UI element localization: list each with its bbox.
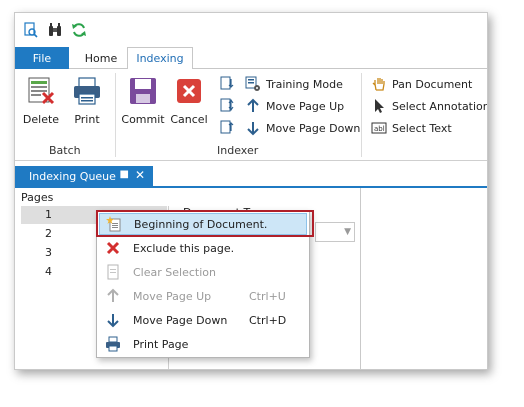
select-text-button[interactable]: abl Select Text xyxy=(371,118,452,138)
training-mode-label: Training Mode xyxy=(266,77,343,91)
arrow-up-icon xyxy=(107,288,119,302)
move-page-down-label: Move Page Down xyxy=(266,121,361,135)
batch-group-label: Batch xyxy=(49,144,81,157)
menu-item-exclude-page[interactable]: Exclude this page. xyxy=(99,237,307,259)
save-disk-icon xyxy=(130,78,156,104)
menu-item-shortcut: Ctrl+D xyxy=(249,313,287,327)
delete-label: Delete xyxy=(22,113,60,126)
pan-document-label: Pan Document xyxy=(392,77,473,91)
arrow-down-icon xyxy=(107,314,119,328)
pages-label: Pages xyxy=(21,191,54,204)
refresh-icon[interactable] xyxy=(71,22,87,38)
pin-icon[interactable]: ■ xyxy=(120,169,129,180)
group-divider xyxy=(115,73,116,157)
menu-item-clear-selection[interactable]: Clear Selection xyxy=(99,261,307,283)
print-button[interactable]: Print xyxy=(65,75,109,135)
menu-item-shortcut: Ctrl+U xyxy=(249,289,286,303)
move-page-up-button[interactable]: Move Page Up xyxy=(245,96,344,116)
menu-item-label: Print Page xyxy=(133,337,189,351)
cancel-x-icon xyxy=(177,79,201,103)
menu-item-label: Move Page Down xyxy=(133,313,228,327)
printer-icon xyxy=(74,77,100,105)
tab-home[interactable]: Home xyxy=(75,47,127,69)
red-x-icon xyxy=(106,241,120,255)
print-label: Print xyxy=(74,113,100,126)
menu-item-print-page[interactable]: Print Page xyxy=(99,333,307,355)
menu-item-label: Exclude this page. xyxy=(133,241,235,255)
quick-access-toolbar xyxy=(15,13,487,47)
indexing-queue-title: Indexing Queue xyxy=(29,169,116,183)
search-document-icon[interactable] xyxy=(23,22,39,38)
arrow-down-icon xyxy=(247,122,259,136)
arrow-up-icon xyxy=(247,98,259,112)
index-split-icon[interactable] xyxy=(219,97,235,113)
select-annotations-label: Select Annotations xyxy=(392,99,488,113)
select-annotations-button[interactable]: Select Annotations xyxy=(371,96,488,116)
printer-icon xyxy=(106,336,120,352)
cancel-label: Cancel xyxy=(170,113,208,126)
hand-icon xyxy=(372,78,385,91)
menu-item-move-page-up[interactable]: Move Page Up Ctrl+U xyxy=(99,285,307,307)
index-first-icon[interactable] xyxy=(219,75,235,91)
commit-label: Commit xyxy=(121,113,165,126)
text-select-icon: abl xyxy=(371,122,387,134)
training-mode-button[interactable]: Training Mode xyxy=(245,74,343,94)
svg-text:abl: abl xyxy=(374,125,385,133)
ribbon: Delete Print Batch Commit Cancel Trainin… xyxy=(15,69,487,161)
menu-item-label: Clear Selection xyxy=(133,265,216,279)
indexing-queue-tab[interactable]: Indexing Queue ■ ✕ xyxy=(15,166,153,186)
ribbon-tab-strip: File Home Indexing xyxy=(15,47,487,70)
menu-item-move-page-down[interactable]: Move Page Down Ctrl+D xyxy=(99,309,307,331)
cancel-button[interactable]: Cancel xyxy=(167,75,211,135)
index-last-icon[interactable] xyxy=(219,119,235,135)
highlight-annotation-box xyxy=(96,210,314,237)
menu-item-label: Move Page Up xyxy=(133,289,212,303)
tab-file[interactable]: File xyxy=(15,47,69,69)
delete-button[interactable]: Delete xyxy=(19,75,63,135)
document-type-select[interactable]: ▼ xyxy=(315,222,355,242)
blank-document-icon xyxy=(107,264,119,280)
binoculars-icon[interactable] xyxy=(47,22,63,38)
training-mode-icon xyxy=(245,76,260,91)
commit-button[interactable]: Commit xyxy=(121,75,165,135)
close-icon[interactable]: ✕ xyxy=(135,168,145,182)
move-page-up-label: Move Page Up xyxy=(266,99,345,113)
cursor-arrow-icon xyxy=(375,99,384,113)
tab-indexing[interactable]: Indexing xyxy=(127,47,193,70)
indexer-group-label: Indexer xyxy=(217,144,259,157)
group-divider xyxy=(361,73,362,157)
select-text-label: Select Text xyxy=(392,121,452,135)
pan-document-button[interactable]: Pan Document xyxy=(371,74,472,94)
chevron-down-icon[interactable]: ▼ xyxy=(344,227,351,237)
move-page-down-button[interactable]: Move Page Down xyxy=(245,118,360,138)
delete-batch-icon xyxy=(28,77,55,105)
